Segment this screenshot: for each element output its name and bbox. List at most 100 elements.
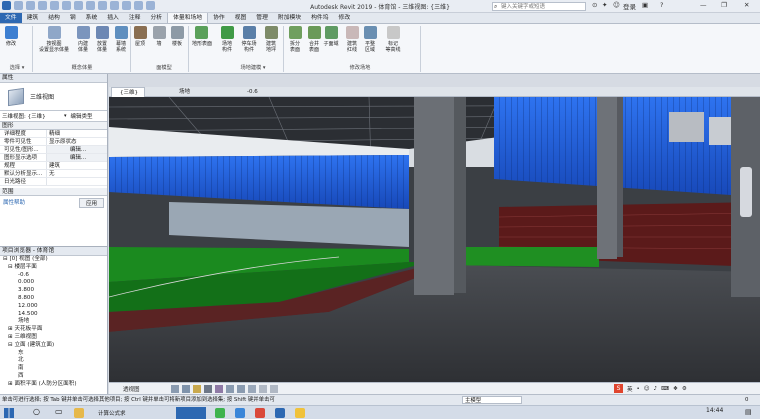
- view-tab-1[interactable]: 场地: [171, 87, 196, 97]
- tree-item[interactable]: 0.000: [0, 279, 107, 287]
- close-button[interactable]: ✕: [744, 1, 749, 9]
- minimize-button[interactable]: —: [700, 1, 707, 9]
- binoculars-icon[interactable]: ⊙: [592, 1, 597, 9]
- tab-9[interactable]: 协作: [208, 13, 230, 23]
- ribbon-button-1[interactable]: 按视图 设置显示体量: [36, 26, 72, 53]
- taskbar-app-1[interactable]: [176, 407, 206, 419]
- ribbon-button-3[interactable]: 放置 体量: [93, 26, 111, 53]
- tools-icon[interactable]: ⚙: [682, 386, 687, 392]
- tree-item[interactable]: ⊞ 面积平面 (人防分区面积): [0, 381, 107, 389]
- sogou-icon[interactable]: S: [614, 384, 623, 393]
- ribbon-button-5[interactable]: 屋顶: [131, 26, 149, 47]
- ribbon-group-label[interactable]: 选择 ▾: [2, 64, 32, 71]
- help-icon[interactable]: ?: [660, 1, 663, 9]
- browser-icon[interactable]: [235, 408, 245, 418]
- tab-5[interactable]: 插入: [102, 13, 124, 23]
- property-row[interactable]: 可见性/图形... 编辑...: [0, 146, 107, 154]
- ribbon-group-label[interactable]: 概念体量: [42, 64, 122, 71]
- search-input[interactable]: ⌕ 键入关键字或短语: [492, 2, 586, 11]
- property-value[interactable]: 编辑...: [46, 146, 107, 153]
- subscription-icon[interactable]: ✦: [602, 1, 607, 9]
- tab-1[interactable]: 建筑: [22, 13, 44, 23]
- property-row[interactable]: 日光路径: [0, 178, 107, 186]
- tab-7[interactable]: 分析: [145, 13, 167, 23]
- tree-item[interactable]: 场地: [0, 318, 107, 326]
- ime-mode[interactable]: 英: [627, 385, 633, 393]
- windows-start-icon[interactable]: [4, 408, 14, 418]
- ribbon-button-8[interactable]: 地形表面: [192, 26, 212, 47]
- tree-item[interactable]: ⊟ 楼层平面: [0, 264, 107, 272]
- qq-icon[interactable]: [295, 408, 305, 418]
- property-row[interactable]: 详细程度 精细: [0, 130, 107, 138]
- properties-help-link[interactable]: 属性帮助: [3, 198, 25, 208]
- tree-item[interactable]: 北: [0, 357, 107, 365]
- view-tab-2[interactable]: -0.6: [239, 87, 264, 97]
- tab-10[interactable]: 视图: [230, 13, 252, 23]
- edit-type-button[interactable]: 编辑类型: [71, 112, 93, 120]
- apply-button[interactable]: 应用: [78, 198, 104, 208]
- tree-item[interactable]: 3.800: [0, 287, 107, 295]
- ribbon-group-label[interactable]: 面模型: [134, 64, 194, 71]
- temporary-hide-icon[interactable]: [259, 385, 267, 393]
- ribbon-button-13[interactable]: 合并 表面: [305, 26, 323, 53]
- tree-item[interactable]: 东: [0, 350, 107, 358]
- skin-icon[interactable]: ❖: [673, 386, 678, 392]
- ribbon-button-15[interactable]: 建筑 红线: [343, 26, 361, 53]
- tree-item[interactable]: 西: [0, 373, 107, 381]
- revit-taskbar-icon[interactable]: [275, 408, 285, 418]
- property-row[interactable]: 图形显示选项 编辑...: [0, 154, 107, 162]
- ribbon-button-2[interactable]: 内建 体量: [74, 26, 92, 53]
- tab-14[interactable]: 修改: [334, 13, 356, 23]
- ribbon-button-17[interactable]: 标记 等高线: [384, 26, 402, 53]
- tree-item[interactable]: ⊟ [0] 视图 (全部): [0, 256, 107, 264]
- explorer-icon[interactable]: [74, 408, 84, 418]
- 3d-viewport[interactable]: [109, 97, 760, 382]
- ribbon-button-14[interactable]: 子面域: [322, 26, 340, 47]
- tree-item[interactable]: ⊞ 天花板平面: [0, 326, 107, 334]
- task-view-icon[interactable]: ▭: [55, 407, 63, 416]
- show-crop-icon[interactable]: [237, 385, 245, 393]
- notification-icon[interactable]: ▤: [745, 408, 752, 416]
- punctuation-icon[interactable]: •: [637, 386, 640, 392]
- chrome-icon[interactable]: [255, 408, 265, 418]
- taskbar-app-0[interactable]: 计算公式求: [98, 409, 126, 417]
- property-value[interactable]: [46, 178, 107, 185]
- tree-item[interactable]: -0.6: [0, 272, 107, 280]
- perspective-label[interactable]: 透视图: [123, 385, 140, 393]
- property-value[interactable]: 无: [46, 170, 107, 177]
- tab-6[interactable]: 注释: [124, 13, 146, 23]
- render-icon[interactable]: [215, 385, 223, 393]
- property-value[interactable]: 编辑...: [46, 154, 107, 161]
- visual-style-icon[interactable]: [182, 385, 190, 393]
- workset-dropdown[interactable]: 主模型: [462, 396, 522, 404]
- wechat-icon[interactable]: [215, 408, 225, 418]
- property-row[interactable]: 规程 建筑: [0, 162, 107, 170]
- property-row[interactable]: 默认分析显示... 无: [0, 170, 107, 178]
- ribbon-button-6[interactable]: 墙: [150, 26, 168, 47]
- tab-13[interactable]: 构件坞: [306, 13, 333, 23]
- tree-item[interactable]: 8.800: [0, 295, 107, 303]
- login-link[interactable]: 登录: [623, 1, 636, 11]
- tab-8[interactable]: 体量和场地: [167, 13, 209, 23]
- shadows-icon[interactable]: [204, 385, 212, 393]
- ribbon-button-7[interactable]: 楼板: [168, 26, 186, 47]
- tab-0[interactable]: 文件: [0, 13, 22, 23]
- property-value[interactable]: 显示原状态: [46, 138, 107, 145]
- crop-view-icon[interactable]: [226, 385, 234, 393]
- property-row[interactable]: 零件可见性 显示原状态: [0, 138, 107, 146]
- tree-item[interactable]: ⊞ 三维视图: [0, 334, 107, 342]
- tree-item[interactable]: 14.500: [0, 311, 107, 319]
- tab-2[interactable]: 结构: [43, 13, 65, 23]
- tab-12[interactable]: 附加模块: [273, 13, 306, 23]
- tree-item[interactable]: ⊟ 立面 (建筑立面): [0, 342, 107, 350]
- maximize-button[interactable]: ❐: [721, 1, 727, 9]
- tree-item[interactable]: 南: [0, 365, 107, 373]
- ribbon-group-label[interactable]: 场地建模 ▾: [218, 64, 288, 71]
- ribbon-button-12[interactable]: 拆分 表面: [286, 26, 304, 53]
- tab-4[interactable]: 系统: [81, 13, 103, 23]
- tab-3[interactable]: 钢: [65, 13, 81, 23]
- mic-icon[interactable]: ♪: [654, 386, 658, 392]
- ribbon-button-10[interactable]: 停车场 构件: [240, 26, 258, 53]
- ribbon-button-4[interactable]: 幕墙 系统: [112, 26, 130, 53]
- app-store-icon[interactable]: ▣: [642, 1, 648, 9]
